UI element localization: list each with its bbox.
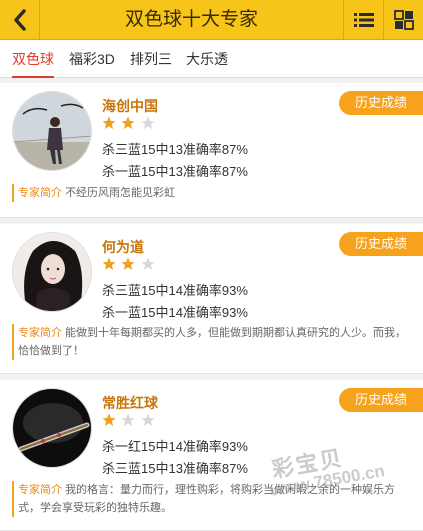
star-filled-icon bbox=[102, 257, 116, 270]
tab-daletou[interactable]: 大乐透 bbox=[186, 40, 228, 78]
tab-fucai-3d[interactable]: 福彩3D bbox=[69, 40, 115, 78]
top-bar: 双色球十大专家 bbox=[0, 0, 423, 40]
intro-label: 专家简介 bbox=[18, 187, 62, 199]
expert-name: 何为道 bbox=[102, 239, 144, 255]
grid-button[interactable] bbox=[383, 0, 423, 40]
avatar bbox=[12, 232, 92, 312]
history-results-button[interactable]: 历史成绩 bbox=[339, 91, 423, 115]
stat-line: 杀一蓝15中13准确率87% bbox=[102, 164, 248, 179]
avatar bbox=[12, 388, 92, 468]
expert-name: 海创中国 bbox=[102, 98, 158, 114]
star-rating bbox=[102, 413, 156, 429]
intro-text: 不经历风雨怎能见彩虹 bbox=[65, 187, 176, 199]
history-results-button[interactable]: 历史成绩 bbox=[339, 388, 423, 412]
star-rating bbox=[102, 257, 156, 273]
list-menu-icon bbox=[353, 13, 374, 27]
stat-line: 杀一红15中14准确率93% bbox=[102, 439, 248, 454]
expert-intro: 专家简介 能做到十年每期都买的人多，但能做到期期都认真研究的人少。而我，恰恰做到… bbox=[12, 324, 411, 360]
intro-text: 我的格言：量力而行，理性购彩，将购彩当做闲暇之余的一种娱乐方式，学会享受玩彩的独… bbox=[18, 484, 396, 514]
expert-card[interactable]: 海创中国 杀三蓝15中13准确率87% 杀一蓝15中13准确率87% 历史成绩 … bbox=[0, 83, 423, 218]
star-filled-icon bbox=[102, 413, 116, 426]
expert-name: 常胜红球 bbox=[102, 395, 158, 411]
intro-label: 专家简介 bbox=[18, 327, 62, 339]
tab-shuangseqiu[interactable]: 双色球 bbox=[12, 40, 54, 78]
stat-line: 杀三蓝15中13准确率87% bbox=[102, 142, 248, 157]
star-filled-icon bbox=[121, 116, 135, 129]
expert-intro: 专家简介 不经历风雨怎能见彩虹 bbox=[12, 184, 411, 202]
star-empty-icon bbox=[141, 413, 155, 426]
intro-text: 能做到十年每期都买的人多，但能做到期期都认真研究的人少。而我，恰恰做到了！ bbox=[18, 327, 407, 357]
expert-card[interactable]: 常胜红球 杀一红15中14准确率93% 杀三蓝15中13准确率87% 历史成绩 … bbox=[0, 380, 423, 531]
page-title: 双色球十大专家 bbox=[124, 9, 258, 30]
stat-line: 杀三蓝15中13准确率87% bbox=[102, 461, 248, 476]
star-empty-icon bbox=[141, 116, 155, 129]
star-rating bbox=[102, 116, 156, 132]
stat-line: 杀三蓝15中14准确率93% bbox=[102, 283, 248, 298]
expert-intro: 专家简介 我的格言：量力而行，理性购彩，将购彩当做闲暇之余的一种娱乐方式，学会享… bbox=[12, 481, 411, 517]
lottery-tabs: 双色球 福彩3D 排列三 大乐透 bbox=[0, 40, 423, 78]
history-results-button[interactable]: 历史成绩 bbox=[339, 232, 423, 256]
star-filled-icon bbox=[102, 116, 116, 129]
avatar bbox=[12, 91, 92, 171]
chevron-left-icon bbox=[13, 9, 26, 31]
grid-icon bbox=[393, 10, 414, 30]
menu-button[interactable] bbox=[343, 0, 383, 40]
star-empty-icon bbox=[121, 413, 135, 426]
expert-card[interactable]: 何为道 杀三蓝15中14准确率93% 杀一蓝15中14准确率93% 历史成绩 专… bbox=[0, 224, 423, 374]
tab-pailie-san[interactable]: 排列三 bbox=[130, 40, 172, 78]
intro-label: 专家简介 bbox=[18, 484, 62, 496]
star-filled-icon bbox=[121, 257, 135, 270]
back-button[interactable] bbox=[0, 0, 40, 40]
star-empty-icon bbox=[141, 257, 155, 270]
stat-line: 杀一蓝15中14准确率93% bbox=[102, 305, 248, 320]
